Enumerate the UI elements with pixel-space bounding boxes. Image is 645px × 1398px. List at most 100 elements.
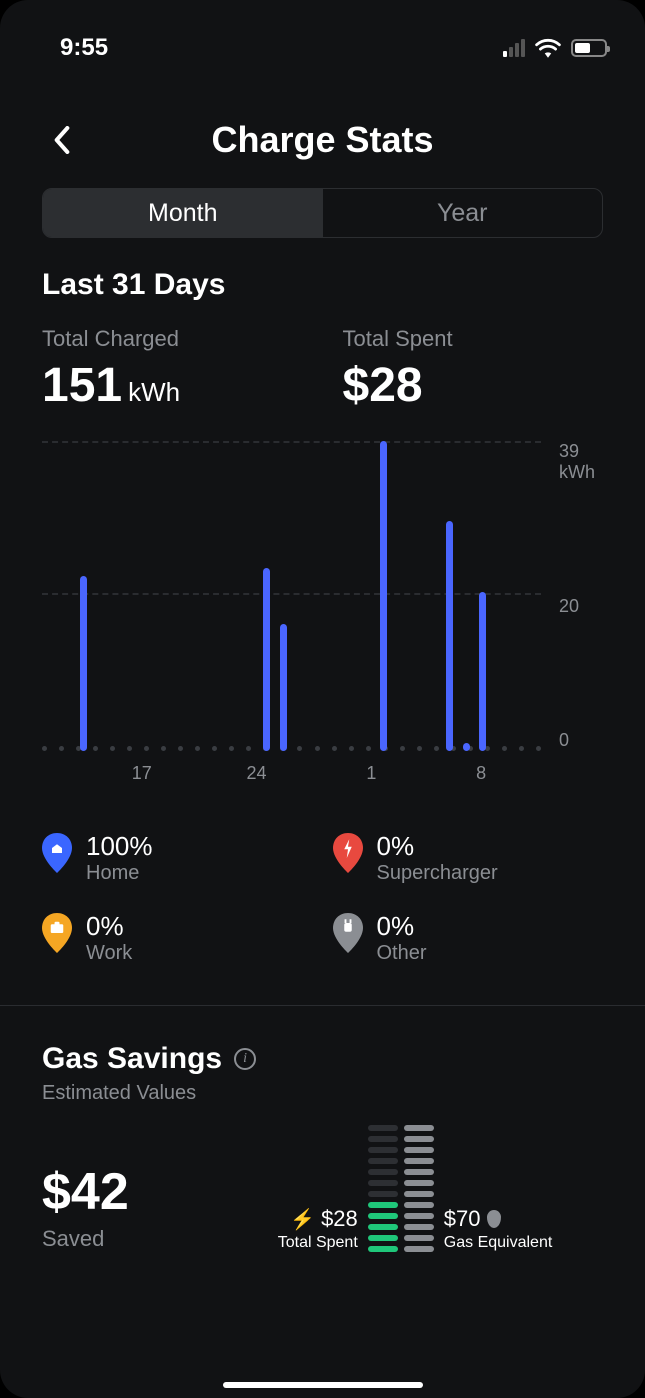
chart-bar-slot	[308, 441, 325, 751]
gas-saved-label: Saved	[42, 1226, 221, 1252]
info-icon[interactable]: i	[234, 1048, 256, 1070]
ladder-rung	[368, 1202, 398, 1208]
chart-bar-slot	[225, 441, 242, 751]
ladder-rung	[404, 1147, 434, 1153]
legend-other-pct: 0%	[377, 911, 427, 942]
legend-supercharger-pct: 0%	[377, 831, 498, 862]
battery-icon	[571, 39, 607, 57]
chart-bar-slot	[325, 441, 342, 751]
legend-work-pct: 0%	[86, 911, 132, 942]
total-charged: Total Charged 151 kWh	[42, 326, 303, 413]
status-indicators	[503, 38, 607, 58]
back-button[interactable]	[42, 120, 82, 160]
chart-bar-slot	[391, 441, 408, 751]
chart-bar	[463, 743, 470, 751]
total-spent: Total Spent $28	[343, 326, 604, 413]
segment-month[interactable]: Month	[43, 189, 323, 237]
equiv-ladder	[404, 1125, 434, 1252]
ladder-rung	[368, 1235, 398, 1241]
status-bar: 9:55	[0, 20, 645, 68]
gas-saved-amount: $42	[42, 1162, 221, 1222]
bolt-icon: ⚡	[290, 1207, 315, 1232]
legend-home-label: Home	[86, 862, 153, 885]
total-spent-label: Total Spent	[343, 326, 604, 352]
ladder-rung	[368, 1136, 398, 1142]
chart-bar-slot	[59, 441, 76, 751]
spent-ladder	[368, 1125, 398, 1252]
home-pin-icon	[42, 833, 72, 873]
ladder-rung	[404, 1224, 434, 1230]
total-charged-label: Total Charged	[42, 326, 303, 352]
chart-y-axis: 39 kWh 20 0	[553, 441, 603, 751]
legend-home-pct: 100%	[86, 831, 153, 862]
charge-chart[interactable]: 39 kWh 20 0	[42, 441, 603, 751]
x-tick: 24	[247, 763, 267, 784]
chart-bar-slot	[491, 441, 508, 751]
ladder-rung	[404, 1158, 434, 1164]
wifi-icon	[535, 38, 561, 58]
legend-supercharger[interactable]: 0% Supercharger	[333, 831, 604, 885]
gas-savings-sub: Estimated Values	[42, 1082, 603, 1105]
chart-bar-slot	[475, 441, 492, 751]
total-spent-value: $28	[343, 358, 423, 413]
x-tick: 17	[132, 763, 152, 784]
chart-bar-slot	[42, 441, 59, 751]
chart-bar-slot	[125, 441, 142, 751]
status-time: 9:55	[60, 34, 108, 62]
segment-year[interactable]: Year	[323, 189, 603, 237]
chart-bar	[263, 568, 270, 751]
chart-bar-slot	[525, 441, 542, 751]
ladder-rung	[404, 1213, 434, 1219]
y-tick-bot: 0	[559, 730, 569, 751]
total-charged-unit: kWh	[128, 377, 180, 408]
x-tick: 1	[366, 763, 376, 784]
chart-bar-slot	[458, 441, 475, 751]
ladder-rung	[368, 1224, 398, 1230]
chart-bar	[380, 441, 387, 751]
chart-bar-slot	[258, 441, 275, 751]
chart-bar-slot	[142, 441, 159, 751]
location-legend: 100% Home 0% Supercharger	[42, 831, 603, 965]
chart-x-axis: 17 24 1 8	[42, 763, 541, 787]
chart-bar-slot	[192, 441, 209, 751]
ladder-rung	[404, 1169, 434, 1175]
gas-savings-section: Gas Savings i Estimated Values $42 Saved…	[42, 1006, 603, 1252]
drop-icon	[487, 1210, 501, 1228]
legend-home[interactable]: 100% Home	[42, 831, 313, 885]
chart-bar-slot	[508, 441, 525, 751]
chart-bar-slot	[92, 441, 109, 751]
ladder-rung	[368, 1147, 398, 1153]
chart-bar-slot	[375, 441, 392, 751]
ladder-rung	[368, 1191, 398, 1197]
y-unit: kWh	[559, 462, 595, 483]
y-tick-mid: 20	[559, 596, 579, 617]
ladder-rung	[404, 1246, 434, 1252]
period-segmented: Month Year	[42, 188, 603, 238]
header: Charge Stats	[0, 112, 645, 168]
chart-bar-slot	[158, 441, 175, 751]
total-charged-value: 151	[42, 358, 122, 413]
chart-bar-slot	[75, 441, 92, 751]
home-indicator[interactable]	[223, 1382, 423, 1388]
ladder-rung	[404, 1191, 434, 1197]
x-tick: 8	[476, 763, 486, 784]
chart-bar-slot	[242, 441, 259, 751]
ladder-rung	[368, 1180, 398, 1186]
chart-bar	[80, 576, 87, 751]
chart-bar-slot	[175, 441, 192, 751]
chart-bar	[280, 624, 287, 751]
y-tick-top: 39	[559, 441, 595, 462]
chart-bar-slot	[292, 441, 309, 751]
chevron-left-icon	[54, 126, 70, 154]
totals-row: Total Charged 151 kWh Total Spent $28	[42, 326, 603, 413]
gas-equiv-value: $70	[444, 1206, 481, 1232]
legend-work[interactable]: 0% Work	[42, 911, 313, 965]
page-title: Charge Stats	[211, 119, 433, 161]
chart-bar-slot	[275, 441, 292, 751]
cell-signal-icon	[503, 39, 525, 57]
ladder-rung	[368, 1213, 398, 1219]
chart-bar-slot	[208, 441, 225, 751]
ladder-rung	[368, 1169, 398, 1175]
ladder-rung	[368, 1158, 398, 1164]
legend-other[interactable]: 0% Other	[333, 911, 604, 965]
